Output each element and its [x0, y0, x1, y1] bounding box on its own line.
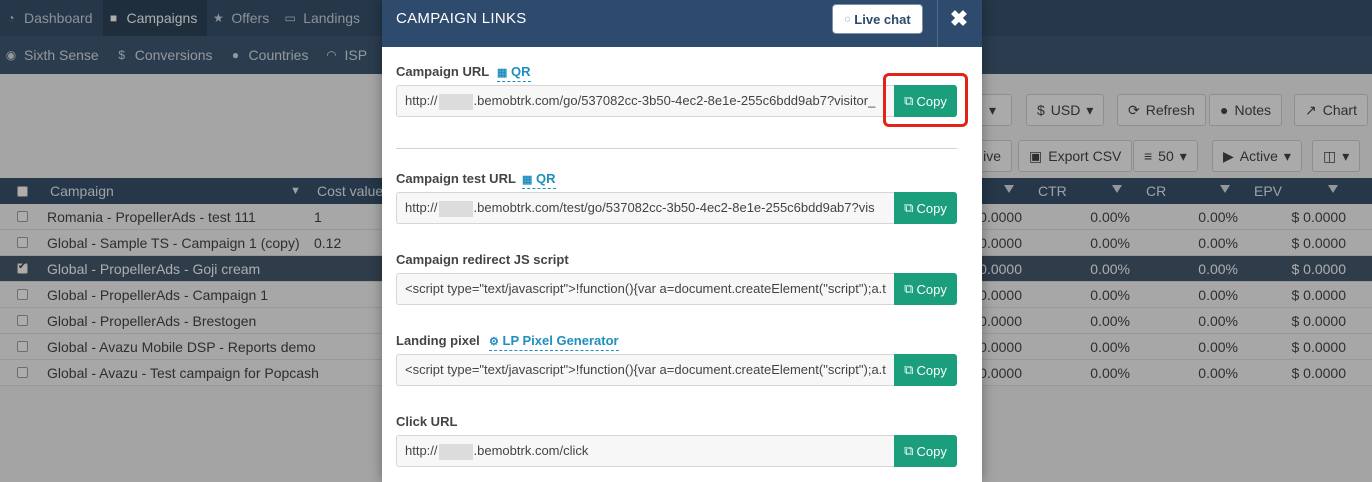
campaign-links-modal: CAMPAIGN LINKS ◌ Live chat ✖ Campaign UR… — [382, 0, 982, 482]
url-prefix: http:// — [405, 443, 438, 458]
live-chat-button[interactable]: ◌ Live chat — [832, 4, 923, 34]
qr-icon: ▦ — [497, 67, 508, 79]
url-value: .bemobtrk.com/test/go/537082cc-3b50-4ec2… — [473, 200, 875, 215]
copy-button[interactable]: ⧉ Copy — [894, 354, 957, 386]
campaign-test-url-field[interactable]: http:// .bemobtrk.com/test/go/537082cc-3b… — [396, 192, 896, 224]
header-divider — [937, 0, 938, 47]
section-divider — [396, 148, 957, 149]
url-prefix: http:// — [405, 93, 438, 108]
copy-icon: ⧉ — [904, 200, 914, 215]
campaign-url-field[interactable]: http:// .bemobtrk.com/go/537082cc-3b50-4e… — [396, 85, 896, 117]
lp-pixel-generator-label: LP Pixel Generator — [502, 333, 619, 348]
copy-button[interactable]: ⧉ Copy — [894, 435, 957, 467]
modal-title: CAMPAIGN LINKS — [396, 10, 527, 27]
redacted-domain — [438, 93, 473, 110]
live-chat-label: Live chat — [854, 11, 911, 27]
modal-header: CAMPAIGN LINKS ◌ Live chat ✖ — [382, 0, 982, 47]
redacted-domain — [438, 443, 473, 460]
url-value: .bemobtrk.com/click — [473, 443, 589, 458]
close-icon[interactable]: ✖ — [946, 6, 972, 32]
qr-link-label: QR — [536, 171, 556, 186]
campaign-url-qr-link[interactable]: ▦ QR — [497, 64, 531, 82]
campaign-test-url-qr-link[interactable]: ▦ QR — [522, 171, 556, 189]
url-value: .bemobtrk.com/go/537082cc-3b50-4ec2-8e1e… — [473, 93, 876, 108]
script-value: <script type="text/javascript">!function… — [405, 362, 886, 377]
copy-button[interactable]: ⧉ Copy — [894, 192, 957, 224]
campaign-url-label: Campaign URL — [396, 64, 490, 79]
copy-label: Copy — [916, 200, 947, 216]
landing-pixel-field[interactable]: <script type="text/javascript">!function… — [396, 354, 896, 386]
script-value: <script type="text/javascript">!function… — [405, 281, 886, 296]
qr-link-label: QR — [511, 64, 531, 79]
campaign-test-url-label: Campaign test URL — [396, 171, 516, 186]
url-prefix: http:// — [405, 200, 438, 215]
highlight-box — [883, 73, 968, 127]
qr-icon: ▦ — [522, 174, 533, 186]
copy-icon: ⧉ — [904, 362, 914, 377]
copy-icon: ⧉ — [904, 443, 914, 458]
copy-label: Copy — [916, 443, 947, 459]
redirect-js-label: Campaign redirect JS script — [396, 252, 569, 267]
copy-label: Copy — [916, 362, 947, 378]
copy-button[interactable]: ⧉ Copy — [894, 273, 957, 305]
click-url-field[interactable]: http:// .bemobtrk.com/click — [396, 435, 896, 467]
click-url-label: Click URL — [396, 414, 458, 429]
redirect-js-field[interactable]: <script type="text/javascript">!function… — [396, 273, 896, 305]
landing-pixel-label: Landing pixel — [396, 333, 480, 348]
copy-label: Copy — [916, 281, 947, 297]
copy-icon: ⧉ — [904, 281, 914, 296]
redacted-domain — [438, 200, 473, 217]
cogs-icon: ⚙ — [489, 336, 499, 348]
chat-icon: ◌ — [844, 13, 851, 25]
lp-pixel-generator-link[interactable]: ⚙ LP Pixel Generator — [489, 333, 619, 351]
